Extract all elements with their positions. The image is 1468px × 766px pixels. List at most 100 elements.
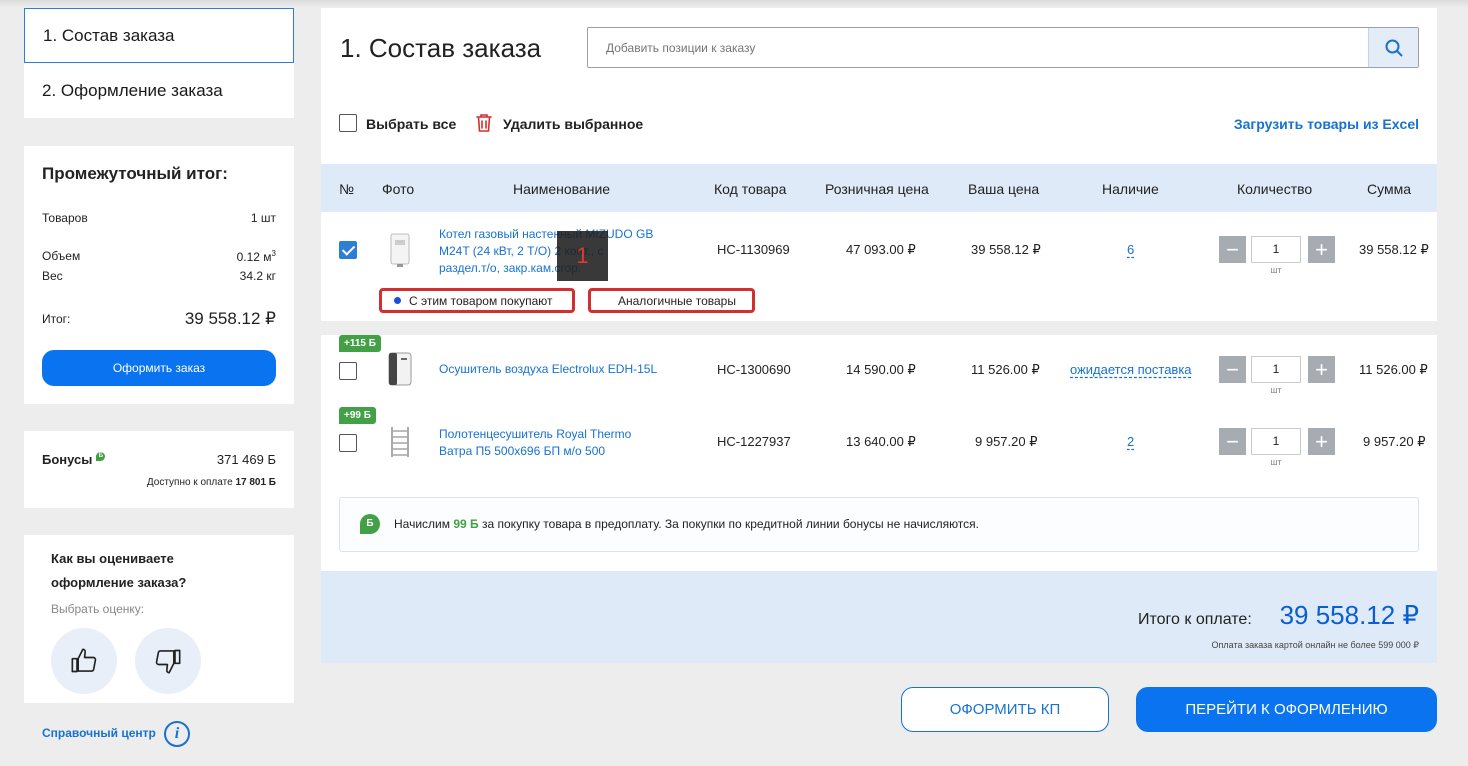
stock-link[interactable]: ожидается поставка (1070, 362, 1192, 377)
bonuses-label: Бонусы Б (42, 452, 106, 467)
bonus-icon: Б (96, 452, 106, 461)
label: Объем (42, 249, 81, 263)
value: 39 558.12 ₽ (184, 309, 276, 328)
total-note: Оплата заказа картой онлайн не более 599… (1211, 640, 1419, 650)
search-box (587, 27, 1419, 68)
row-sum: 39 558.12 ₽ (1359, 242, 1429, 257)
total-value: 39 558.12 ₽ (1279, 600, 1419, 630)
stock-link[interactable]: 2 (1127, 434, 1134, 449)
col-qty: Количество (1237, 181, 1313, 197)
checkout-order-button[interactable]: Оформить заказ (42, 350, 276, 386)
col-name: Наименование (513, 181, 611, 197)
product-code: НС-1300690 (717, 362, 791, 377)
retail-price: 13 640.00 ₽ (846, 434, 916, 449)
col-retail: Розничная цена (825, 181, 929, 197)
product-photo[interactable] (388, 425, 412, 459)
dehumidifier-image (388, 352, 412, 386)
rating-question-line: Как вы оцениваете (51, 551, 174, 566)
retail-price: 14 590.00 ₽ (846, 362, 916, 377)
step-label: 2. Оформление заказа (42, 80, 223, 100)
product-photo[interactable] (385, 351, 415, 387)
active-dot-icon (394, 297, 401, 304)
volume-value: 0.12 м (236, 250, 272, 264)
product-code: НС-1227937 (717, 434, 791, 449)
summary-items-row: Товаров 1 шт (42, 211, 276, 225)
row-checkbox[interactable] (339, 434, 357, 452)
delete-selected-button[interactable] (475, 113, 493, 138)
qty-unit: шт (1270, 457, 1282, 467)
qty-decrement-button[interactable]: − (1219, 236, 1246, 263)
bonuses-available: Доступно к оплате 17 801 Б (100, 477, 276, 488)
rating-dislike-button[interactable] (135, 628, 201, 694)
your-price: 39 558.12 ₽ (971, 242, 1041, 257)
create-kp-button[interactable]: ОФОРМИТЬ КП (901, 687, 1109, 732)
stock-link[interactable]: 6 (1127, 242, 1134, 257)
name-line: Полотенцесушитель Royal Thermo (439, 427, 632, 441)
note-suffix: за покупку товара в предоплату. За покуп… (482, 517, 979, 531)
info-icon[interactable]: i (164, 721, 190, 747)
qty-decrement-button[interactable]: − (1219, 356, 1246, 383)
qty-decrement-button[interactable]: − (1219, 428, 1246, 455)
trash-icon (476, 114, 492, 132)
select-all-checkbox[interactable] (339, 114, 357, 132)
label: Товаров (42, 211, 88, 225)
bonus-icon: Б (360, 514, 380, 534)
qty-increment-button[interactable]: + (1308, 356, 1335, 383)
search-icon (1385, 39, 1403, 57)
qty-input[interactable]: 1 (1251, 236, 1301, 263)
retail-price: 47 093.00 ₽ (846, 242, 916, 257)
bonus-badge: +99 Б (339, 407, 376, 424)
rating-prompt: Выбрать оценку: (51, 602, 145, 616)
upload-excel-link[interactable]: Загрузить товары из Excel (1150, 116, 1419, 132)
boiler-image (390, 233, 410, 267)
step-order-composition[interactable]: 1. Состав заказа (24, 8, 294, 63)
towel-rail-image (391, 427, 409, 457)
annotation-tooltip: 1 (557, 231, 608, 281)
row-checkbox[interactable] (339, 241, 357, 259)
summary-total-row: Итог: 39 558.12 ₽ (42, 309, 276, 329)
qty-increment-button[interactable]: + (1308, 428, 1335, 455)
row-sum: 9 957.20 ₽ (1363, 434, 1426, 449)
summary-title: Промежуточный итог: (42, 164, 228, 183)
col-code: Код товара (714, 181, 787, 197)
row-sum: 11 526.00 ₽ (1359, 362, 1428, 377)
product-name-link[interactable]: Полотенцесушитель Royal Thermo Ватра П5 5… (439, 426, 631, 460)
col-sum: Сумма (1367, 181, 1411, 197)
tab-bought-together[interactable]: С этим товаром покупают (379, 288, 575, 313)
bonus-badge: +115 Б (339, 335, 381, 352)
rating-question-line: оформление заказа? (51, 575, 187, 590)
product-name-link[interactable]: Осушитель воздуха Electrolux EDH-15L (439, 362, 657, 376)
search-input[interactable] (588, 28, 1368, 67)
note-amount: 99 Б (453, 517, 479, 531)
step-label: 1. Состав заказа (43, 25, 175, 45)
inactive-dot-icon (601, 297, 608, 304)
qty-unit: шт (1270, 385, 1282, 395)
col-photo: Фото (382, 181, 415, 197)
value: 34.2 кг (239, 269, 276, 283)
search-button[interactable] (1368, 28, 1418, 67)
qty-unit: шт (1270, 265, 1282, 275)
qty-increment-button[interactable]: + (1308, 236, 1335, 263)
select-all-label[interactable]: Выбрать все (366, 116, 456, 132)
available-label: Доступно к оплате (146, 477, 233, 488)
delete-selected-label[interactable]: Удалить выбранное (503, 116, 643, 132)
top-shadow (0, 0, 1468, 8)
available-value: 17 801 Б (235, 477, 276, 488)
rating-like-button[interactable] (51, 628, 117, 694)
col-your-price: Ваша цена (968, 181, 1040, 197)
qty-input[interactable]: 1 (1251, 356, 1301, 383)
proceed-to-checkout-button[interactable]: ПЕРЕЙТИ К ОФОРМЛЕНИЮ (1136, 687, 1437, 732)
value: 1 шт (250, 211, 276, 225)
row-checkbox[interactable] (339, 362, 357, 380)
thumbs-up-icon (71, 648, 97, 673)
help-center-link[interactable]: Справочный центр (42, 726, 156, 740)
product-photo[interactable] (386, 232, 414, 268)
col-num: № (339, 181, 355, 197)
volume-sup: 3 (271, 249, 276, 258)
thumbs-down-icon (155, 649, 181, 674)
tab-similar-products[interactable]: Аналогичные товары (588, 288, 755, 313)
row-separator (321, 321, 1437, 335)
col-stock: Наличие (1102, 181, 1159, 197)
qty-input[interactable]: 1 (1251, 428, 1301, 455)
step-order-checkout[interactable]: 2. Оформление заказа (24, 63, 294, 118)
